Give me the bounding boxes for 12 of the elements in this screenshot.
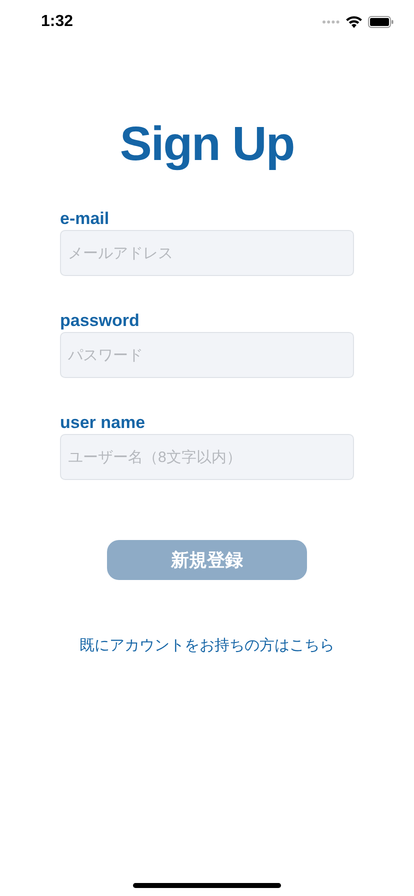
input-field[interactable]: パスワード <box>60 332 354 378</box>
signal-icon <box>322 20 340 24</box>
battery-icon <box>368 16 394 28</box>
input-field[interactable]: メールアドレス <box>60 230 354 276</box>
field-label: user name <box>60 413 146 433</box>
input-field[interactable]: ユーザー名（8文字以内） <box>60 434 354 480</box>
wifi-icon <box>346 16 362 28</box>
field-label: password <box>60 311 140 331</box>
field-label: e-mail <box>60 209 110 229</box>
login-link[interactable]: 既にアカウントをお持ちの方はこちら <box>80 636 334 655</box>
status-time: 1:32 <box>41 13 74 31</box>
page-title: Sign Up <box>118 117 296 173</box>
